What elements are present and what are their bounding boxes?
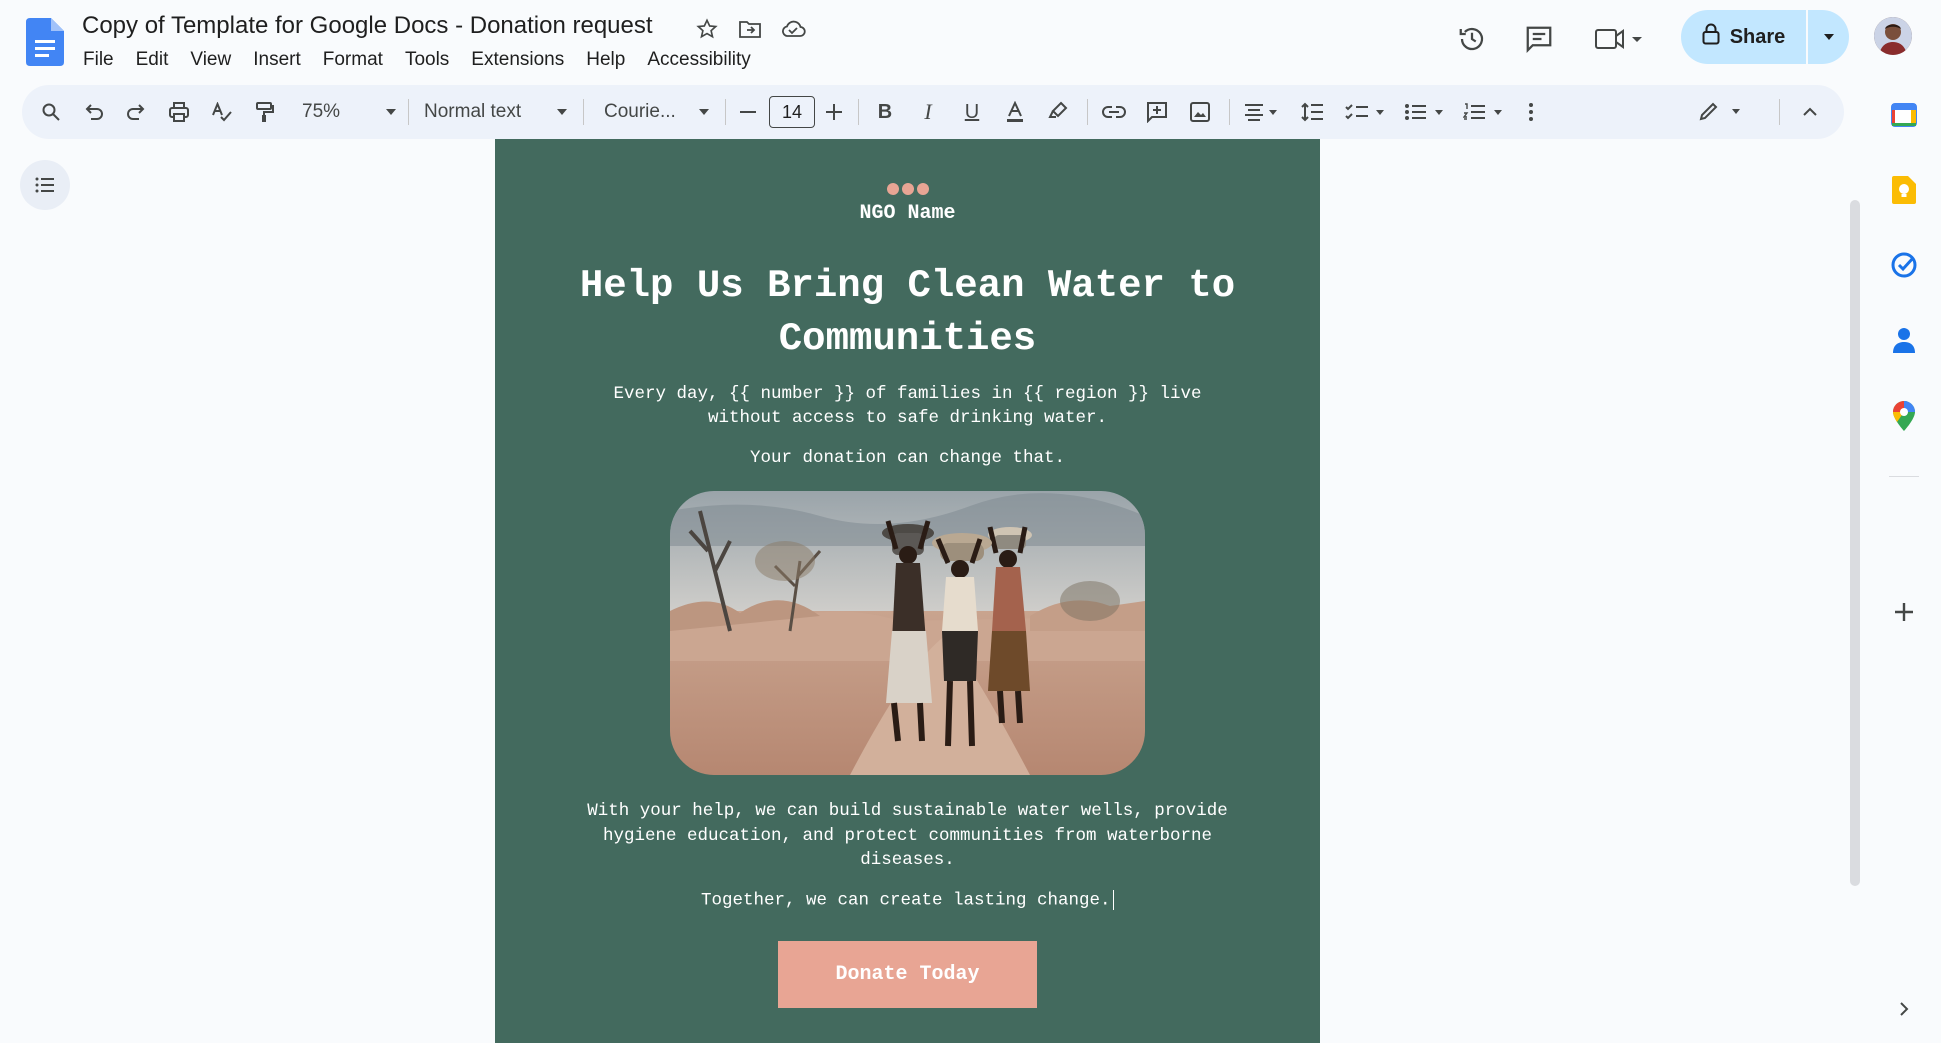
document-title[interactable]: Copy of Template for Google Docs - Donat…: [82, 12, 653, 40]
menu-view[interactable]: View: [179, 47, 242, 73]
underline-icon[interactable]: U: [955, 85, 989, 139]
menu-bar: File Edit View Insert Format Tools Exten…: [83, 47, 762, 73]
numbered-list-icon[interactable]: [1461, 85, 1509, 139]
lock-icon: [1702, 23, 1720, 51]
paragraph-style-select[interactable]: Normal text: [424, 85, 568, 139]
text-color-icon[interactable]: [998, 85, 1032, 139]
logo-dots: [887, 183, 929, 195]
tasks-icon[interactable]: [1882, 243, 1926, 287]
hero-image[interactable]: [670, 491, 1145, 775]
bulleted-list-icon[interactable]: [1402, 85, 1450, 139]
more-options-icon[interactable]: [1519, 85, 1543, 139]
chevron-down-icon: [1823, 34, 1834, 40]
line-spacing-icon[interactable]: [1296, 85, 1330, 139]
align-icon[interactable]: [1240, 85, 1284, 139]
vertical-scrollbar[interactable]: [1850, 200, 1860, 886]
add-icon[interactable]: [1882, 590, 1926, 634]
decrease-font-size-icon[interactable]: [735, 85, 761, 139]
font-select[interactable]: Courie...: [604, 85, 710, 139]
menu-accessibility[interactable]: Accessibility: [636, 47, 761, 73]
search-menus-icon[interactable]: [34, 85, 68, 139]
move-folder-icon[interactable]: [737, 16, 763, 42]
maps-icon[interactable]: [1882, 394, 1926, 438]
redo-icon[interactable]: [119, 85, 153, 139]
share-button[interactable]: Share: [1681, 10, 1806, 64]
paint-format-icon[interactable]: [247, 85, 281, 139]
editing-mode-icon[interactable]: [1694, 85, 1750, 139]
zoom-select[interactable]: 75%: [302, 85, 397, 139]
docs-logo-icon[interactable]: [26, 18, 64, 66]
version-history-icon[interactable]: [1450, 17, 1494, 61]
bold-icon[interactable]: B: [868, 85, 902, 139]
org-name: NGO Name: [859, 202, 956, 225]
spellcheck-icon[interactable]: [205, 85, 239, 139]
insert-link-icon[interactable]: [1097, 85, 1131, 139]
menu-format[interactable]: Format: [312, 47, 394, 73]
font-value: Courie...: [604, 101, 676, 122]
intro-paragraph: Every day, {{ number }} of families in {…: [613, 384, 1202, 428]
hide-menus-icon[interactable]: [1793, 85, 1827, 139]
increase-font-size-icon[interactable]: [821, 85, 847, 139]
toolbar: 75% Normal text Courie... 14 B I U: [22, 85, 1844, 139]
menu-tools[interactable]: Tools: [394, 47, 460, 73]
donate-button[interactable]: Donate Today: [778, 941, 1037, 1008]
comments-icon[interactable]: [1517, 17, 1561, 61]
calendar-icon[interactable]: [1882, 92, 1926, 136]
document-page[interactable]: NGO Name Help Us Bring Clean Water to Co…: [495, 139, 1320, 1043]
menu-file[interactable]: File: [83, 47, 125, 73]
menu-insert[interactable]: Insert: [242, 47, 312, 73]
chevron-down-icon: [557, 109, 567, 115]
insert-image-icon[interactable]: [1183, 85, 1217, 139]
font-size-input[interactable]: 14: [769, 96, 815, 128]
closing-line: Together, we can create lasting change.: [495, 890, 1320, 911]
contacts-icon[interactable]: [1882, 318, 1926, 362]
intro-paragraph-2: Your donation can change that.: [749, 448, 1066, 468]
menu-help[interactable]: Help: [575, 47, 636, 73]
share-dropdown-button[interactable]: [1808, 10, 1849, 64]
document-outline-icon[interactable]: [20, 160, 70, 210]
avatar[interactable]: [1874, 17, 1912, 55]
keep-icon[interactable]: [1882, 168, 1926, 212]
undo-icon[interactable]: [77, 85, 111, 139]
checklist-icon[interactable]: [1343, 85, 1391, 139]
star-icon[interactable]: [694, 16, 720, 42]
chevron-down-icon: [699, 109, 709, 115]
cloud-status-icon[interactable]: [780, 16, 806, 42]
headline: Help Us Bring Clean Water to Communities: [579, 264, 1236, 361]
side-panel-divider: [1889, 476, 1919, 477]
print-icon[interactable]: [162, 85, 196, 139]
body-paragraph: With your help, we can build sustainable…: [587, 801, 1228, 870]
text-cursor: [1112, 890, 1115, 910]
show-side-panel-icon[interactable]: [1882, 987, 1926, 1031]
style-value: Normal text: [424, 101, 522, 122]
menu-edit[interactable]: Edit: [125, 47, 180, 73]
add-comment-icon[interactable]: [1140, 85, 1174, 139]
chevron-down-icon: [386, 109, 396, 115]
zoom-value: 75%: [302, 101, 341, 122]
closing-text: Together, we can create lasting change.: [700, 890, 1111, 911]
share-label: Share: [1729, 25, 1786, 48]
italic-icon[interactable]: I: [911, 85, 945, 139]
menu-extensions[interactable]: Extensions: [460, 47, 575, 73]
highlight-color-icon[interactable]: [1041, 85, 1075, 139]
meet-icon[interactable]: [1590, 17, 1650, 61]
